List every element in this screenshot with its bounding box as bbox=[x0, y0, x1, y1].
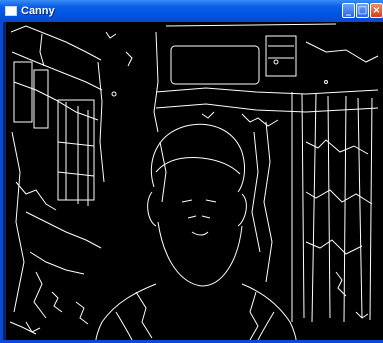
title-bar[interactable]: Canny _ □ × bbox=[0, 0, 383, 22]
app-window: Canny _ □ × bbox=[0, 0, 383, 343]
maximize-icon[interactable]: □ bbox=[356, 3, 369, 18]
window-controls: _ □ × bbox=[341, 3, 383, 18]
minimize-icon[interactable]: _ bbox=[342, 3, 355, 18]
canny-edge-image bbox=[6, 22, 383, 340]
noise-edges bbox=[25, 31, 369, 333]
left-shelf-edges bbox=[9, 25, 105, 335]
close-icon[interactable]: × bbox=[370, 3, 383, 18]
edge-drawing bbox=[9, 23, 379, 340]
window-title: Canny bbox=[21, 5, 55, 17]
window-app-icon[interactable] bbox=[5, 6, 17, 16]
background-edges bbox=[153, 23, 379, 323]
person-edges bbox=[95, 123, 297, 340]
